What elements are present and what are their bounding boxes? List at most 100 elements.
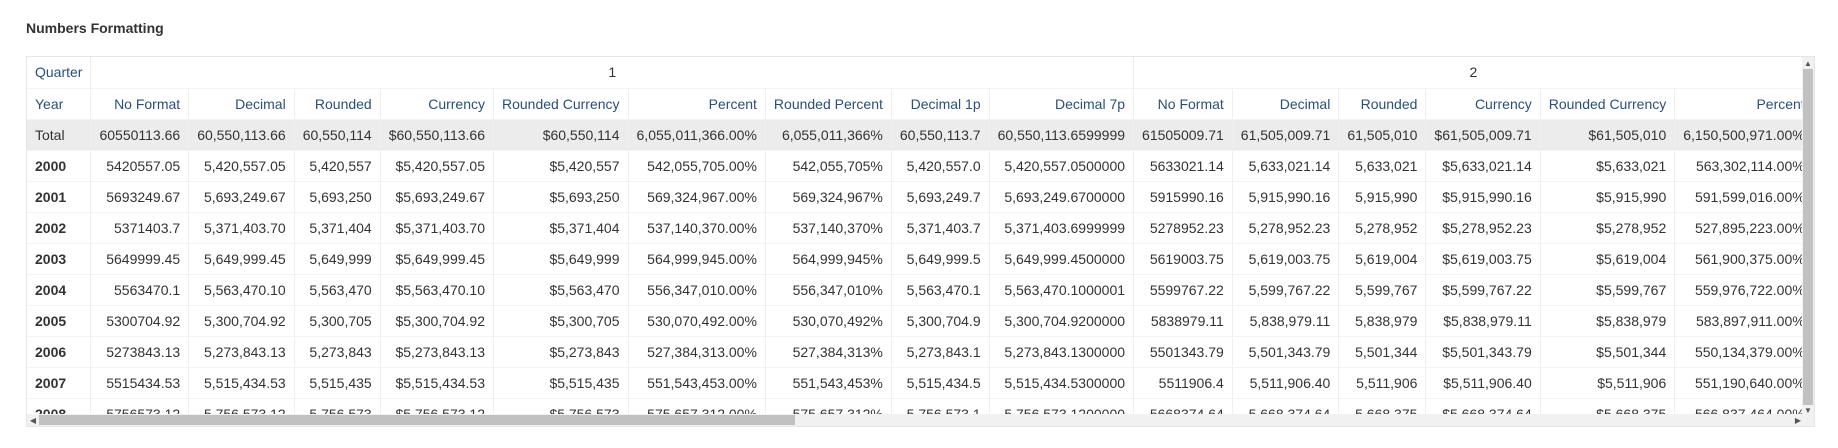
table-cell: $5,633,021.14 [1425, 150, 1541, 182]
table-cell: 527,384,313.00% [628, 336, 766, 368]
column-header[interactable]: Rounded Percent [765, 88, 892, 120]
column-header[interactable]: Rounded Currency [493, 88, 629, 120]
column-header[interactable]: Rounded Currency [1540, 88, 1676, 120]
table-cell: $5,649,999.45 [380, 243, 495, 275]
year-row-label[interactable]: 2005 [27, 305, 92, 337]
table-cell: 556,347,010.00% [628, 274, 766, 306]
year-row-label[interactable]: 2001 [27, 181, 92, 213]
table-cell: $60,550,113.66 [380, 119, 495, 151]
table-cell: 5,511,906.40 [1232, 367, 1340, 399]
quarter-header-label: Quarter [27, 57, 92, 89]
column-header[interactable]: No Format [90, 88, 190, 120]
table-cell: $5,371,403.70 [380, 212, 495, 244]
table-cell: $5,693,250 [493, 181, 629, 213]
table-cell: 569,324,967% [765, 181, 892, 213]
table-cell: $5,599,767 [1540, 274, 1676, 306]
header-row-quarter: Quarter 1 2 [27, 57, 1804, 89]
table-cell: $5,563,470.10 [380, 274, 495, 306]
column-header[interactable]: Decimal [188, 88, 295, 120]
table-cell: 61,505,010 [1338, 119, 1427, 151]
horizontal-scroll-thumb[interactable] [39, 415, 795, 425]
column-header[interactable]: No Format [1133, 88, 1233, 120]
column-header[interactable]: Decimal 7p [989, 88, 1135, 120]
table-cell: $5,633,021 [1540, 150, 1676, 182]
column-header[interactable]: Decimal 1p [891, 88, 990, 120]
table-cell: 5,649,999.45 [188, 243, 295, 275]
table-cell: $5,273,843 [493, 336, 629, 368]
table-cell: 5563470.1 [90, 274, 190, 306]
table-row: 2007 5515434.53 5,515,434.53 5,515,435 $5,51… [27, 367, 1804, 399]
column-header[interactable]: Decimal [1232, 88, 1340, 120]
table-cell: $5,599,767.22 [1425, 274, 1541, 306]
table-cell: 5511906.4 [1133, 367, 1233, 399]
table-cell: 530,070,492% [765, 305, 892, 337]
table-cell: 60,550,113.6599999 [989, 119, 1135, 151]
table-cell: 60550113.66 [90, 119, 190, 151]
table-cell: $5,511,906.40 [1425, 367, 1541, 399]
table-cell: 5,693,249.7 [891, 181, 990, 213]
scroll-left-icon[interactable]: ◀ [27, 414, 39, 426]
table-row: 2005 5300704.92 5,300,704.92 5,300,705 $5,30… [27, 305, 1804, 337]
column-header[interactable]: Currency [1425, 88, 1541, 120]
table-cell: 5,563,470.1000001 [989, 274, 1135, 306]
table-cell: 5,501,344 [1338, 336, 1427, 368]
table-cell: $5,300,704.92 [380, 305, 495, 337]
column-header[interactable]: Currency [380, 88, 495, 120]
year-row-label[interactable]: 2003 [27, 243, 92, 275]
vertical-scrollbar[interactable]: ▲ ▼ [1802, 57, 1814, 416]
column-header[interactable]: Rounded [1338, 88, 1427, 120]
table-cell: 5,563,470.10 [188, 274, 295, 306]
table-cell: 5619003.75 [1133, 243, 1233, 275]
table-cell: 5,515,434.5 [891, 367, 990, 399]
table-cell: 5,915,990.16 [1232, 181, 1340, 213]
year-row-label[interactable]: 2002 [27, 212, 92, 244]
table-cell: $5,300,705 [493, 305, 629, 337]
table-cell: 537,140,370% [765, 212, 892, 244]
total-row-label[interactable]: Total [27, 119, 92, 151]
table-row: 2006 5273843.13 5,273,843.13 5,273,843 $5,27… [27, 336, 1804, 368]
table-cell: 5,273,843 [294, 336, 381, 368]
table-cell: 564,999,945% [765, 243, 892, 275]
year-row-label[interactable]: 2004 [27, 274, 92, 306]
table-cell: $5,915,990 [1540, 181, 1676, 213]
table-cell: 5,501,343.79 [1232, 336, 1340, 368]
scrollbar-corner [1802, 414, 1814, 426]
vertical-scroll-thumb[interactable] [1803, 69, 1813, 405]
table-cell: 5,300,705 [294, 305, 381, 337]
table-cell: $5,515,435 [493, 367, 629, 399]
year-row-label[interactable]: 2007 [27, 367, 92, 399]
page-title: Numbers Formatting [26, 20, 164, 36]
table-cell: 5,300,704.9 [891, 305, 990, 337]
quarter-header-cell[interactable]: 2 [1133, 57, 1804, 89]
table-cell: 5,300,704.92 [188, 305, 295, 337]
table-cell: 5838979.11 [1133, 305, 1233, 337]
table-cell: 5649999.45 [90, 243, 190, 275]
column-header[interactable]: Percent [1674, 88, 1804, 120]
table-cell: 5,515,434.5300000 [989, 367, 1135, 399]
column-header[interactable]: Rounded [294, 88, 381, 120]
quarter-header-cell[interactable]: 1 [90, 57, 1135, 89]
table-cell: 5515434.53 [90, 367, 190, 399]
table-cell: 5300704.92 [90, 305, 190, 337]
table-cell: 5599767.22 [1133, 274, 1233, 306]
table-cell: 5,420,557.05 [188, 150, 295, 182]
table-cell: $5,619,004 [1540, 243, 1676, 275]
table-cell: 6,150,500,971.00% [1674, 119, 1804, 151]
table-cell: 551,543,453.00% [628, 367, 766, 399]
table-cell: $5,563,470 [493, 274, 629, 306]
year-row-label[interactable]: 2006 [27, 336, 92, 368]
table-cell: 5,633,021 [1338, 150, 1427, 182]
table-cell: 5371403.7 [90, 212, 190, 244]
year-row-label[interactable]: 2000 [27, 150, 92, 182]
table-cell: $5,515,434.53 [380, 367, 495, 399]
table-viewport: Quarter 1 2 Year No Format Decimal Rounded Curr… [27, 57, 1804, 416]
table-cell: 5,420,557.0 [891, 150, 990, 182]
table-cell: 527,384,313% [765, 336, 892, 368]
table-cell: 5915990.16 [1133, 181, 1233, 213]
table-cell: 6,055,011,366.00% [628, 119, 766, 151]
table-cell: 5,371,404 [294, 212, 381, 244]
horizontal-scrollbar[interactable]: ◀ ▶ [27, 414, 1804, 426]
table-cell: 5,915,990 [1338, 181, 1427, 213]
scroll-up-icon[interactable]: ▲ [1802, 57, 1814, 69]
column-header[interactable]: Percent [628, 88, 766, 120]
